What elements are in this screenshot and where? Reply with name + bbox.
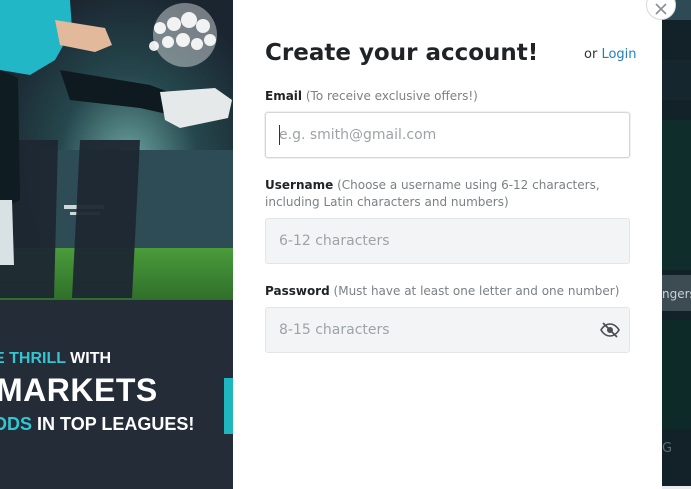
promo-line-3-rest: IN TOP LEAGUES! xyxy=(32,414,195,434)
email-field-wrapper xyxy=(265,112,630,158)
email-label-text: Email xyxy=(265,89,303,103)
username-field[interactable] xyxy=(266,219,629,263)
promo-line-1-rest: WITH xyxy=(65,350,112,367)
toggle-password-visibility-button[interactable] xyxy=(598,320,622,340)
promo-line-1: E THRILL WITH xyxy=(0,350,111,368)
modal-title: Create your account! xyxy=(265,40,539,66)
username-field-wrapper xyxy=(265,218,630,264)
promo-line-1-accent: E THRILL xyxy=(0,350,66,367)
eye-slash-icon xyxy=(600,322,620,338)
password-hint: (Must have at least one letter and one n… xyxy=(333,284,620,298)
background-letter: G xyxy=(662,441,673,456)
email-label: Email (To receive exclusive offers!) xyxy=(265,88,635,105)
promo-line-2: MARKETS xyxy=(0,372,158,408)
email-hint: (To receive exclusive offers!) xyxy=(305,89,478,103)
promo-accent-block xyxy=(224,378,233,434)
promo-line-3: DDS IN TOP LEAGUES! xyxy=(0,414,194,435)
password-label-text: Password xyxy=(265,284,330,298)
username-label-text: Username xyxy=(265,178,334,192)
text-caret xyxy=(279,125,280,145)
login-prefix: or xyxy=(584,47,598,62)
background-nav-label: ngers xyxy=(662,287,691,301)
background-page xyxy=(662,0,691,489)
promo-line-3-accent: DDS xyxy=(0,414,33,434)
football-player-illustration xyxy=(0,0,233,340)
login-prompt: or Login xyxy=(584,47,637,62)
password-field-wrapper xyxy=(265,307,630,353)
password-label: Password (Must have at least one letter … xyxy=(265,283,635,300)
username-label: Username (Choose a username using 6-12 c… xyxy=(265,177,635,211)
login-link[interactable]: Login xyxy=(601,47,636,62)
promo-panel: E THRILL WITH MARKETS DDS IN TOP LEAGUES… xyxy=(0,0,233,489)
password-field[interactable] xyxy=(266,308,629,352)
email-field[interactable] xyxy=(266,113,629,157)
close-icon xyxy=(655,3,667,15)
